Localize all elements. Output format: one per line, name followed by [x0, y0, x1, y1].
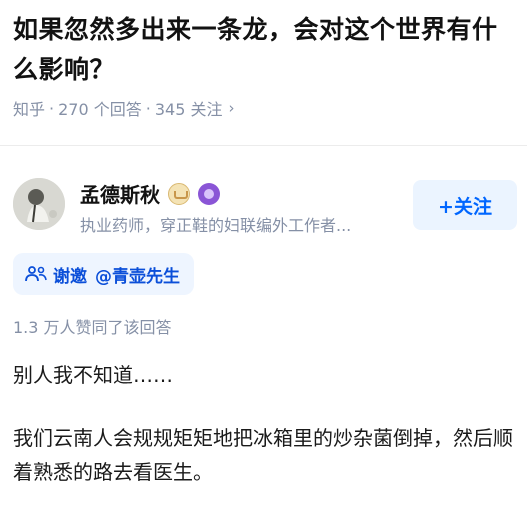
invite-chip[interactable]: 谢邀 @青壶先生 [13, 253, 194, 295]
site-name: 知乎 [13, 100, 46, 119]
follow-button[interactable]: +关注 [413, 180, 517, 230]
gold-badge-icon[interactable] [168, 182, 190, 205]
answer-count: 270 个回答 [58, 100, 142, 119]
answer-paragraph: 别人我不知道…… [13, 363, 173, 387]
like-count: 1.3 万人赞同了该回答 [13, 318, 172, 337]
invite-mention[interactable]: @青壶先生 [95, 262, 180, 287]
invite-label: 谢邀 [53, 266, 87, 287]
invite-people-icon [25, 265, 47, 283]
avatar[interactable] [13, 178, 65, 230]
meta-separator: · [145, 98, 151, 118]
question-title[interactable]: 如果忽然多出来一条龙，会对这个世界有什么影响？ [13, 10, 518, 90]
author-bio: 执业药师，穿正鞋的妇联编外工作者... [80, 216, 352, 235]
purple-badge-icon[interactable] [198, 182, 220, 205]
meta-separator: · [49, 98, 55, 118]
question-meta[interactable]: 知乎 · 270 个回答 · 345 关注 › [13, 95, 234, 121]
author-name[interactable]: 孟德斯秋 [80, 179, 160, 208]
answer-paragraph: 我们云南人会规规矩矩地把冰箱里的炒杂菌倒掉，然后顺着熟悉的路去看医生。 [13, 426, 513, 484]
divider [0, 145, 527, 146]
chevron-right-icon[interactable]: › [228, 99, 234, 117]
follower-count: 345 关注 [154, 100, 223, 119]
author-name-row[interactable]: 孟德斯秋 [80, 179, 220, 208]
